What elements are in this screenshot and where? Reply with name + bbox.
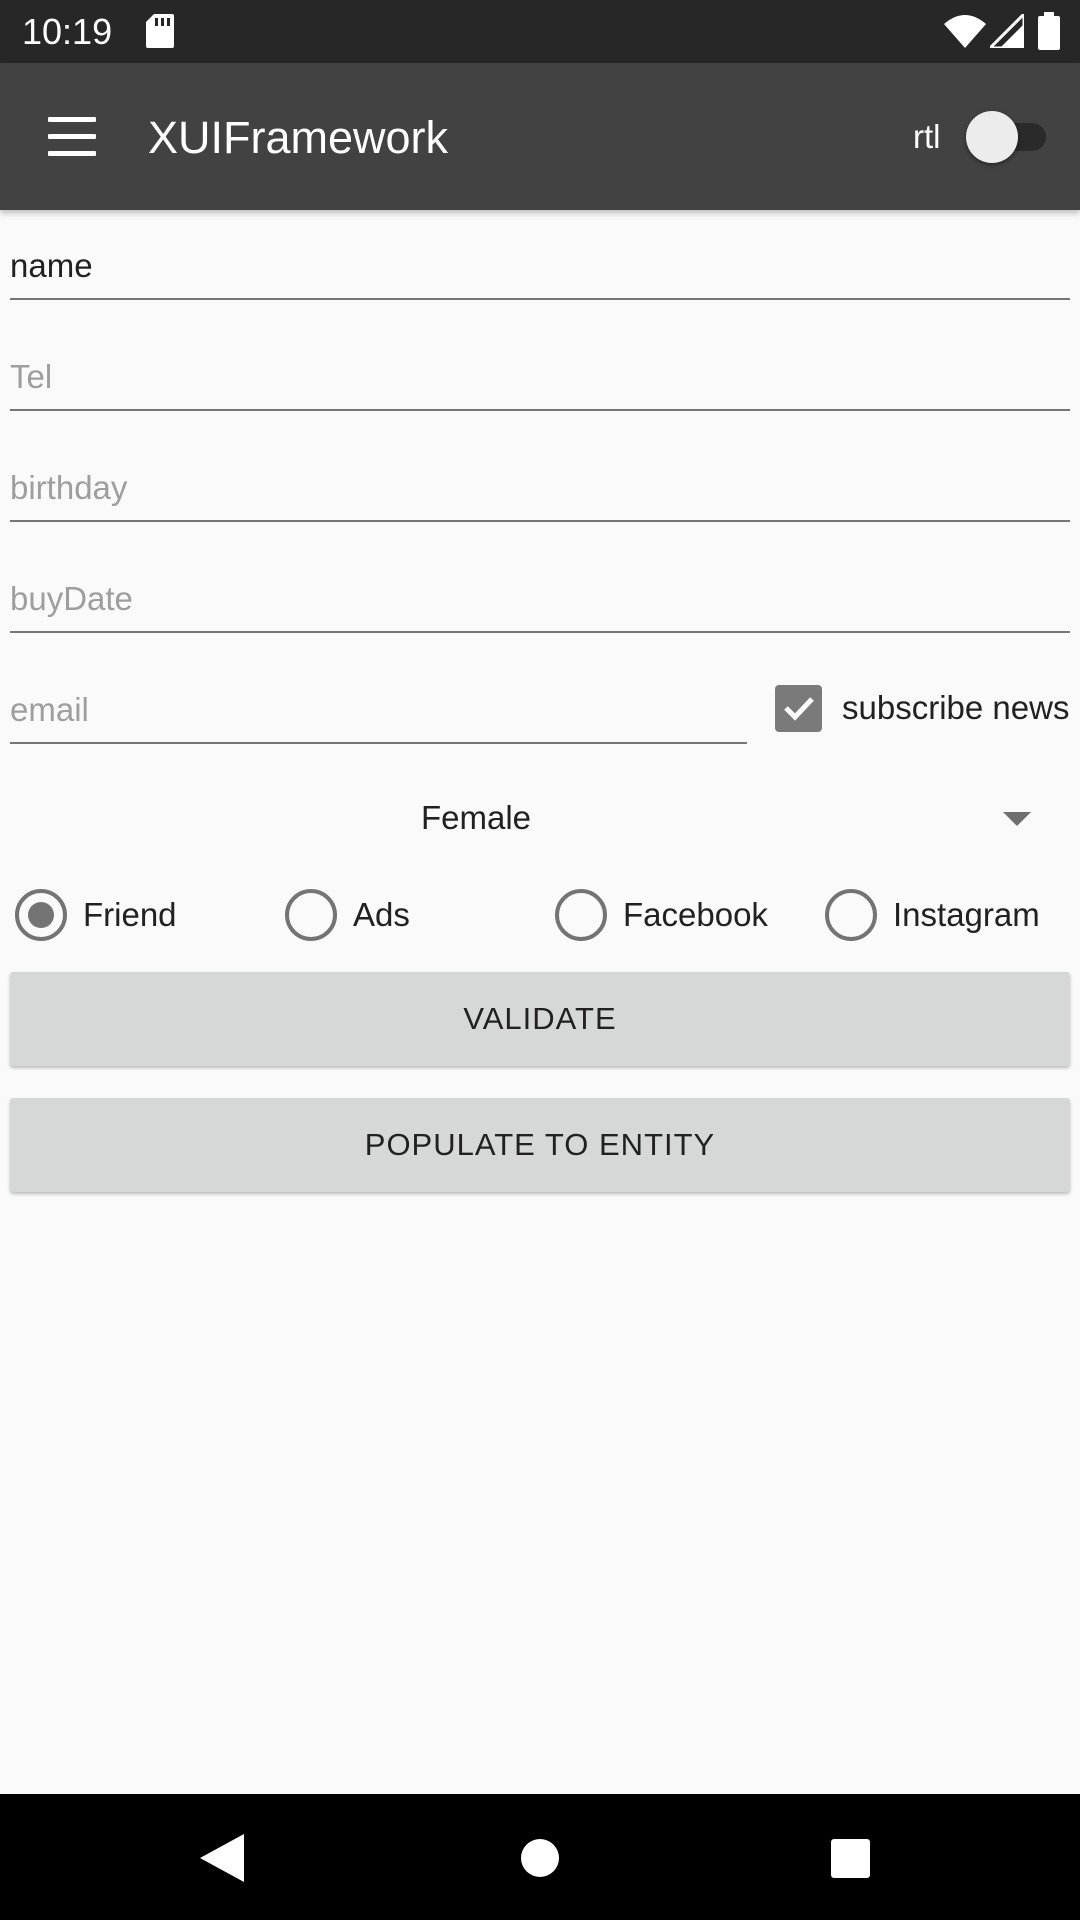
recents-icon[interactable] bbox=[831, 1839, 870, 1878]
check-icon bbox=[783, 697, 814, 721]
buydate-input[interactable] bbox=[10, 579, 1070, 619]
checkbox-box bbox=[775, 684, 822, 732]
radio-facebook[interactable]: Facebook bbox=[555, 885, 768, 945]
home-icon[interactable] bbox=[521, 1839, 559, 1877]
radio-unchecked-icon bbox=[825, 889, 877, 941]
wifi-icon bbox=[944, 15, 986, 48]
subscribe-checkbox[interactable]: subscribe news bbox=[775, 684, 1070, 732]
name-input[interactable] bbox=[10, 246, 1070, 286]
gender-spinner-value: Female bbox=[421, 799, 532, 836]
rtl-switch-thumb bbox=[966, 111, 1018, 163]
email-input[interactable] bbox=[10, 690, 747, 730]
name-field bbox=[10, 210, 1070, 300]
buydate-field bbox=[10, 543, 1070, 633]
menu-icon[interactable] bbox=[46, 115, 98, 159]
populate-to-entity-button[interactable]: POPULATE TO ENTITY bbox=[10, 1098, 1070, 1192]
back-icon[interactable] bbox=[200, 1834, 244, 1882]
radio-unchecked-icon bbox=[285, 889, 337, 941]
app-bar: XUIFramework rtl bbox=[0, 63, 1080, 210]
radio-unchecked-icon bbox=[555, 889, 607, 941]
radio-friend[interactable]: Friend bbox=[15, 885, 177, 945]
sd-card-icon bbox=[146, 14, 174, 48]
tel-input[interactable] bbox=[10, 357, 1070, 397]
birthday-input[interactable] bbox=[10, 468, 1070, 508]
app-title: XUIFramework bbox=[148, 112, 449, 163]
dropdown-arrow-icon bbox=[1003, 812, 1031, 826]
radio-label: Ads bbox=[353, 896, 410, 933]
birthday-field bbox=[10, 432, 1070, 522]
radio-checked-icon bbox=[15, 889, 67, 941]
radio-label: Facebook bbox=[623, 896, 768, 933]
navigation-bar bbox=[0, 1794, 1080, 1920]
status-time: 10:19 bbox=[22, 11, 113, 52]
status-bar: 10:19 bbox=[0, 0, 1080, 63]
validate-button[interactable]: VALIDATE bbox=[10, 972, 1070, 1066]
gender-spinner[interactable]: Female bbox=[10, 780, 1070, 860]
battery-icon bbox=[1038, 12, 1060, 50]
radio-instagram[interactable]: Instagram bbox=[825, 885, 1040, 945]
radio-label: Friend bbox=[83, 896, 177, 933]
radio-label: Instagram bbox=[893, 896, 1040, 933]
rtl-label: rtl bbox=[913, 118, 941, 155]
rtl-switch[interactable] bbox=[966, 111, 1050, 163]
radio-ads[interactable]: Ads bbox=[285, 885, 410, 945]
subscribe-label: subscribe news bbox=[842, 689, 1070, 726]
tel-field bbox=[10, 321, 1070, 411]
email-field bbox=[10, 654, 747, 744]
signal-icon bbox=[990, 14, 1024, 48]
